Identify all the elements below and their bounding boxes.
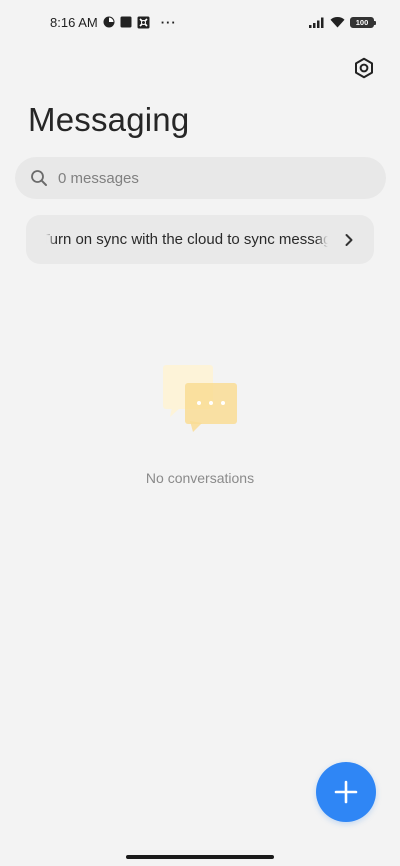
empty-state-text: No conversations <box>145 470 255 486</box>
more-notifications-icon: ··· <box>160 14 177 30</box>
status-right: 100 <box>309 16 376 28</box>
search-icon <box>31 170 47 186</box>
status-bar: 8:16 AM ··· 100 <box>0 0 400 44</box>
chat-bubbles-icon <box>163 365 237 432</box>
messaging-screen: 8:16 AM ··· 100 Messaging 0 messages Tur… <box>0 0 400 866</box>
signal-icon <box>309 17 324 28</box>
square-app-icon <box>120 16 132 28</box>
crossed-app-icon <box>137 16 150 28</box>
status-left: 8:16 AM ··· <box>50 15 177 30</box>
wifi-icon <box>330 16 345 28</box>
settings-hexagon-icon <box>355 57 373 79</box>
new-message-button[interactable] <box>316 762 376 822</box>
sync-banner[interactable]: Turn on sync with the cloud to sync mess… <box>26 215 374 264</box>
search-input[interactable] <box>58 169 358 187</box>
battery-icon: 100 <box>350 16 376 28</box>
chevron-right-icon <box>345 233 353 246</box>
plus-icon <box>334 780 358 804</box>
sync-banner-text: Turn on sync with the cloud to sync mess… <box>46 231 342 248</box>
search-bar[interactable] <box>15 157 386 199</box>
home-indicator[interactable] <box>126 855 274 859</box>
page-title: Messaging <box>28 101 190 138</box>
settings-button[interactable] <box>350 54 378 82</box>
pie-chart-icon <box>103 16 115 28</box>
status-time: 8:16 AM <box>50 14 98 30</box>
